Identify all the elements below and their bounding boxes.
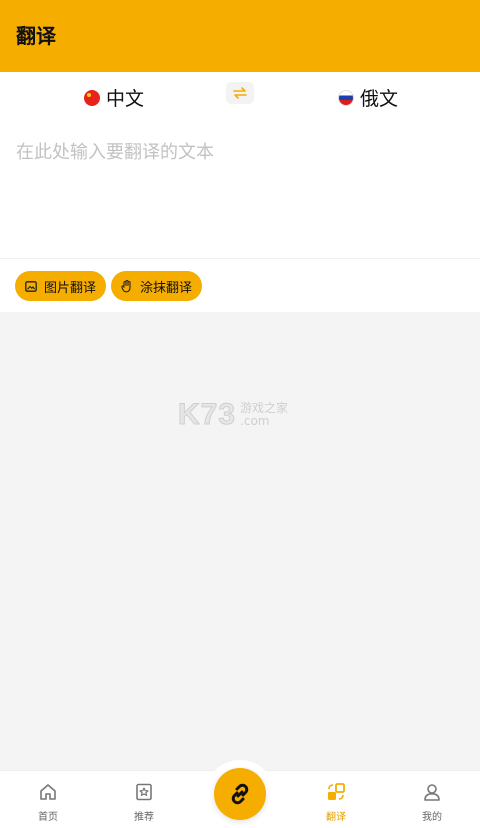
translate-icon (325, 781, 347, 803)
page-title: 翻译 (16, 23, 56, 48)
swap-languages-button[interactable] (226, 82, 254, 104)
target-language-label: 俄文 (360, 88, 399, 110)
star-bookmark-icon (133, 781, 155, 803)
language-bar: 中文 俄文 (0, 72, 480, 118)
image-icon (25, 280, 37, 292)
tab-profile[interactable]: 我的 (402, 781, 462, 823)
source-language-selector[interactable]: 中文 (84, 84, 144, 111)
link-center-button[interactable] (214, 768, 266, 820)
watermark-mark: K73 (177, 398, 237, 432)
text-input-area (0, 118, 480, 258)
target-language-selector[interactable]: 俄文 (338, 84, 398, 111)
tab-translate-label: 翻译 (326, 812, 346, 823)
watermark-text: 游戏之家 .com (240, 402, 288, 428)
user-icon (421, 781, 443, 803)
tab-home[interactable]: 首页 (18, 781, 78, 823)
watermark-line2: .com (240, 414, 270, 428)
hand-smear-icon (121, 279, 131, 292)
tab-recommend-label: 推荐 (134, 812, 154, 823)
image-translate-button[interactable]: 图片翻译 (15, 271, 107, 301)
translate-text-input[interactable] (0, 118, 480, 258)
translate-tools-bar: 图片翻译 涂抹翻译 (0, 258, 480, 312)
translation-result-area (0, 312, 480, 770)
link-icon (231, 783, 249, 805)
tab-translate[interactable]: 翻译 (306, 781, 366, 823)
app-header: 翻译 (0, 0, 480, 72)
watermark-line1: 游戏之家 (240, 401, 289, 415)
smear-translate-button[interactable]: 涂抹翻译 (111, 271, 203, 301)
tab-profile-label: 我的 (422, 812, 442, 823)
source-language-label: 中文 (106, 88, 145, 110)
home-icon (37, 781, 59, 803)
watermark-logo: K73 游戏之家 .com (177, 398, 288, 432)
tab-home-label: 首页 (38, 812, 58, 823)
image-translate-label: 图片翻译 (44, 280, 97, 296)
russia-flag-icon (338, 89, 354, 106)
smear-translate-label: 涂抹翻译 (140, 280, 193, 296)
tab-recommend[interactable]: 推荐 (114, 781, 174, 823)
china-flag-icon (84, 89, 100, 106)
swap-arrows-icon (233, 87, 247, 99)
